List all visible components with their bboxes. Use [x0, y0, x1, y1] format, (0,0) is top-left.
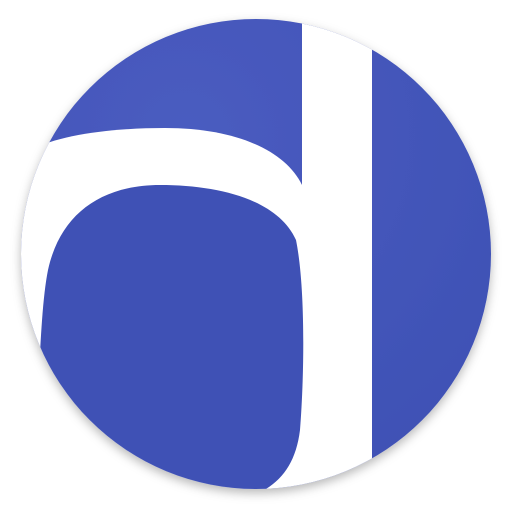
d-letter-logo-icon — [21, 19, 491, 489]
app-icon[interactable] — [0, 0, 512, 512]
